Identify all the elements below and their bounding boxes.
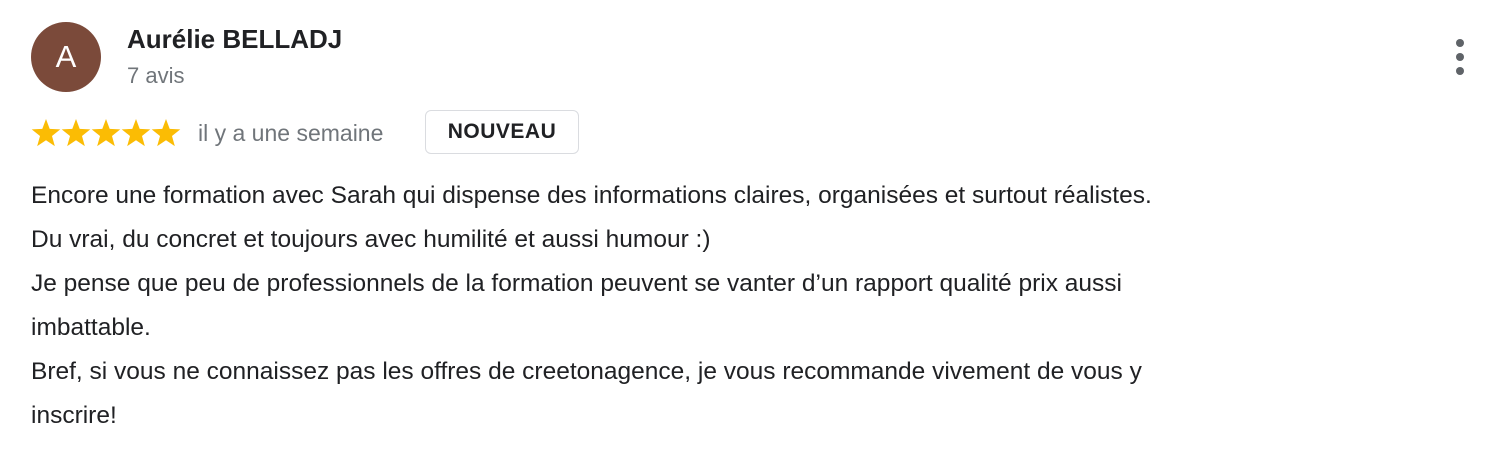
review-date: il y a une semaine [198, 120, 384, 146]
new-badge: NOUVEAU [425, 110, 579, 154]
review-text-line: Encore une formation avec Sarah qui disp… [31, 182, 1152, 209]
star-icon [151, 119, 181, 147]
star-icon [91, 119, 121, 147]
rating-row: il y a une semaine NOUVEAU [31, 110, 731, 156]
avatar[interactable]: A [31, 22, 101, 92]
author-name[interactable]: Aurélie BELLADJ [127, 24, 342, 55]
review-text: Encore une formation avec Sarah qui disp… [31, 174, 1461, 438]
star-icon [121, 119, 151, 147]
review-text-line: imbattable. [31, 314, 151, 341]
star-icon [61, 119, 91, 147]
more-options-button[interactable] [1443, 36, 1477, 80]
review-text-line: Du vrai, du concret et toujours avec hum… [31, 226, 711, 253]
review-text-line: Je pense que peu de professionnels de la… [31, 270, 1122, 297]
review-text-line: inscrire! [31, 402, 117, 429]
more-vert-icon [1443, 36, 1477, 80]
review-text-line: Bref, si vous ne connaissez pas les offr… [31, 358, 1142, 385]
star-rating [31, 118, 181, 148]
author-review-count: 7 avis [127, 63, 185, 88]
star-icon [31, 119, 61, 147]
review-card: A Aurélie BELLADJ 7 avis il y a une sema… [0, 0, 1500, 457]
